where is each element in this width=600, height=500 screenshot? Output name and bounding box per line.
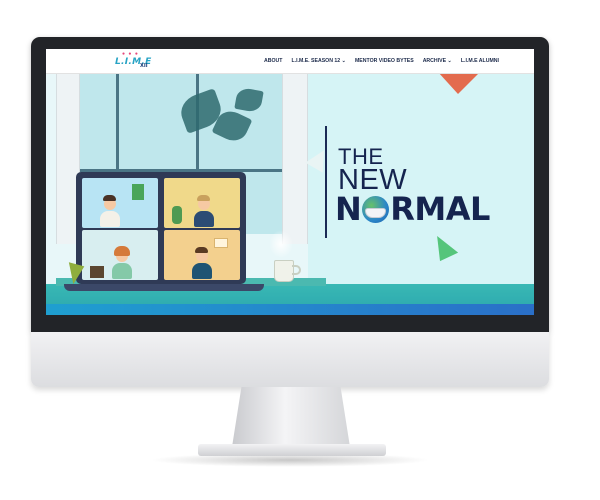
website-screen: ● ● ● L.I.M.E XII ABOUT L.I.M.E. SEASON … — [46, 49, 534, 315]
laptop-illustration — [76, 172, 246, 284]
nav-about[interactable]: ABOUT — [264, 58, 282, 64]
triangle-decoration-icon — [429, 230, 459, 262]
site-logo[interactable]: ● ● ● L.I.M.E XII — [112, 51, 156, 71]
nav-alumni[interactable]: L.I.M.E ALUMNI — [461, 58, 499, 64]
nav-archive[interactable]: ARCHIVE ⌄ — [423, 58, 452, 64]
steam-illustration — [268, 229, 294, 259]
imac-mockup: ● ● ● L.I.M.E XII ABOUT L.I.M.E. SEASON … — [0, 0, 600, 500]
headline-normal: N RMAL — [335, 190, 490, 228]
bottom-blue-strip — [46, 304, 534, 315]
video-tile-2 — [164, 178, 240, 228]
nav-mentor-video-bytes[interactable]: MENTOR VIDEO BYTES — [355, 58, 414, 64]
masked-globe-icon — [362, 195, 390, 223]
video-tile-3 — [82, 230, 158, 280]
video-tile-4 — [164, 230, 240, 280]
top-navbar: ● ● ● L.I.M.E XII ABOUT L.I.M.E. SEASON … — [46, 49, 534, 74]
video-tile-1 — [82, 178, 158, 228]
logo-season: XII — [140, 63, 148, 69]
headline-normal-rmal: RMAL — [390, 190, 490, 228]
nav-season-12[interactable]: L.I.M.E. SEASON 12 ⌄ — [291, 58, 346, 64]
headline-divider — [325, 126, 327, 238]
curtain-right — [282, 74, 308, 244]
triangle-decoration-icon — [438, 74, 480, 94]
main-nav: ABOUT L.I.M.E. SEASON 12 ⌄ MENTOR VIDEO … — [264, 58, 499, 64]
laptop-base — [64, 284, 264, 291]
hero-banner: THE NEW N RMAL — [46, 74, 534, 315]
monitor-stand-foot — [198, 444, 386, 456]
monitor-chin — [31, 332, 549, 387]
headline-normal-n: N — [335, 190, 362, 228]
monitor-stand-neck — [232, 387, 350, 447]
triangle-decoration-icon — [305, 145, 333, 173]
coffee-mug-icon — [274, 260, 294, 282]
